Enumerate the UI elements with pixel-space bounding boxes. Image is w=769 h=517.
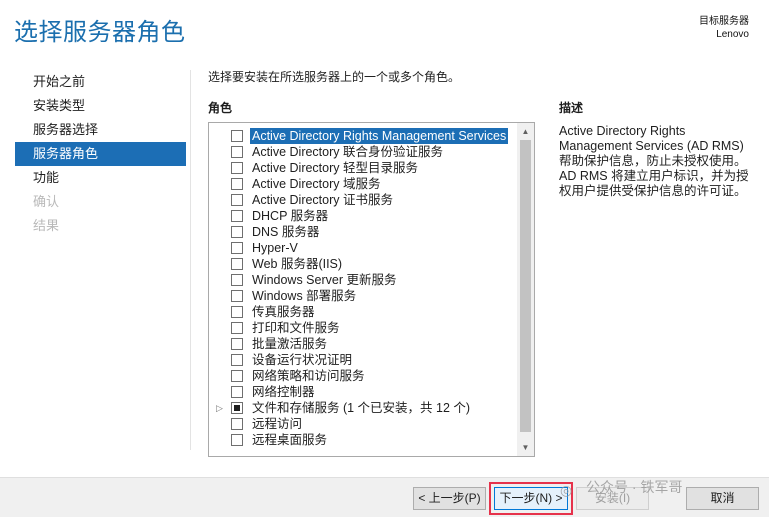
description-header: 描述	[559, 101, 584, 115]
role-row[interactable]: Active Directory 证书服务	[209, 192, 517, 208]
nav-item-server-roles[interactable]: 服务器角色	[15, 142, 186, 166]
role-description: Active Directory Rights Management Servi…	[559, 124, 759, 199]
role-checkbox[interactable]	[231, 306, 243, 318]
role-checkbox[interactable]	[231, 130, 243, 142]
scroll-thumb[interactable]	[520, 140, 531, 432]
role-row[interactable]: 网络策略和访问服务	[209, 368, 517, 384]
nav-item-installation-type[interactable]: 安装类型	[15, 94, 186, 118]
role-label: 传真服务器	[252, 305, 315, 319]
role-row[interactable]: 网络控制器	[209, 384, 517, 400]
role-row[interactable]: Active Directory 联合身份验证服务	[209, 144, 517, 160]
role-label: 设备运行状况证明	[252, 353, 353, 367]
role-label: DHCP 服务器	[252, 209, 329, 223]
role-row[interactable]: 远程桌面服务	[209, 432, 517, 448]
page-title: 选择服务器角色	[14, 19, 186, 46]
nav-item-features[interactable]: 功能	[15, 166, 186, 190]
role-row[interactable]: Active Directory Rights Management Servi…	[209, 128, 517, 144]
role-label: Active Directory 联合身份验证服务	[252, 145, 443, 159]
description-paragraph: AD RMS 将建立用户标识，并为授权用户提供受保护信息的许可证。	[559, 169, 749, 198]
instruction-text: 选择要安装在所选服务器上的一个或多个角色。	[208, 70, 461, 84]
role-checkbox[interactable]	[231, 242, 243, 254]
role-checkbox[interactable]	[231, 226, 243, 238]
role-checkbox[interactable]	[231, 178, 243, 190]
role-checkbox[interactable]	[231, 402, 243, 414]
previous-button[interactable]: < 上一步(P)	[413, 487, 486, 510]
role-label: Windows 部署服务	[252, 289, 357, 303]
role-checkbox[interactable]	[231, 162, 243, 174]
role-row[interactable]: ▷ 文件和存储服务 (1 个已安装，共 12 个)	[209, 400, 517, 416]
arrow-down-icon[interactable]: ▼	[517, 439, 534, 456]
nav-item-confirmation: 确认	[33, 194, 60, 209]
role-row[interactable]: 打印和文件服务	[209, 320, 517, 336]
role-row[interactable]: Web 服务器(IIS)	[209, 256, 517, 272]
role-checkbox[interactable]	[231, 370, 243, 382]
arrow-up-icon[interactable]: ▲	[517, 123, 534, 140]
role-row[interactable]: Windows Server 更新服务	[209, 272, 517, 288]
role-checkbox[interactable]	[231, 354, 243, 366]
description-paragraph: Active Directory Rights Management Servi…	[559, 124, 747, 168]
watermark-text: 公众号 · 铁军哥	[586, 479, 683, 495]
role-checkbox[interactable]	[231, 210, 243, 222]
target-server-label: 目标服务器	[699, 16, 749, 27]
role-checkbox[interactable]	[231, 322, 243, 334]
role-label: Windows Server 更新服务	[252, 273, 397, 287]
role-label: Active Directory 证书服务	[252, 193, 393, 207]
role-label: 远程访问	[252, 417, 303, 431]
role-row[interactable]: Active Directory 轻型目录服务	[209, 160, 517, 176]
role-checkbox[interactable]	[231, 258, 243, 270]
role-label: 网络控制器	[252, 385, 315, 399]
role-row[interactable]: DHCP 服务器	[209, 208, 517, 224]
role-row[interactable]: Active Directory 域服务	[209, 176, 517, 192]
role-checkbox[interactable]	[231, 146, 243, 158]
nav-item-before-you-begin[interactable]: 开始之前	[15, 70, 186, 94]
role-row[interactable]: 设备运行状况证明	[209, 352, 517, 368]
role-row[interactable]: Windows 部署服务	[209, 288, 517, 304]
role-checkbox[interactable]	[231, 338, 243, 350]
watermark: ◎ 公众号 · 铁军哥	[560, 477, 682, 501]
role-label: DNS 服务器	[252, 225, 320, 239]
role-checkbox[interactable]	[231, 386, 243, 398]
role-checkbox[interactable]	[231, 274, 243, 286]
role-label: Hyper-V	[252, 241, 298, 255]
cancel-button[interactable]: 取消	[686, 487, 759, 510]
role-label: 打印和文件服务	[252, 321, 340, 335]
roles-list-box[interactable]: Active Directory Rights Management Servi…	[208, 122, 535, 457]
triangle-right-icon[interactable]: ▷	[216, 400, 226, 416]
roles-list: Active Directory Rights Management Servi…	[209, 128, 517, 448]
roles-scrollbar[interactable]: ▲ ▼	[517, 123, 534, 456]
role-label: Active Directory 域服务	[252, 177, 381, 191]
role-label: Active Directory 轻型目录服务	[252, 161, 418, 175]
role-checkbox[interactable]	[231, 194, 243, 206]
role-row[interactable]: Hyper-V	[209, 240, 517, 256]
nav-divider	[190, 70, 191, 450]
target-server: 目标服务器 Lenovo	[699, 15, 749, 41]
role-label: Active Directory Rights Management Servi…	[250, 128, 509, 144]
role-checkbox[interactable]	[231, 418, 243, 430]
nav-item-server-selection[interactable]: 服务器选择	[15, 118, 186, 142]
wizard-nav: 开始之前 安装类型 服务器选择 服务器角色 功能 确认 结果	[15, 70, 186, 238]
target-server-value: Lenovo	[716, 29, 749, 40]
role-label: Web 服务器(IIS)	[252, 257, 343, 271]
role-label: 远程桌面服务	[252, 433, 328, 447]
role-row[interactable]: 批量激活服务	[209, 336, 517, 352]
role-row[interactable]: 远程访问	[209, 416, 517, 432]
nav-item-results: 结果	[33, 218, 60, 233]
role-row[interactable]: DNS 服务器	[209, 224, 517, 240]
role-label: 批量激活服务	[252, 337, 328, 351]
role-checkbox[interactable]	[231, 290, 243, 302]
role-label: 网络策略和访问服务	[252, 369, 365, 383]
role-label: 文件和存储服务 (1 个已安装，共 12 个)	[252, 401, 471, 415]
wechat-icon: ◎	[560, 482, 573, 498]
roles-header: 角色	[208, 101, 233, 115]
role-row[interactable]: 传真服务器	[209, 304, 517, 320]
role-checkbox[interactable]	[231, 434, 243, 446]
